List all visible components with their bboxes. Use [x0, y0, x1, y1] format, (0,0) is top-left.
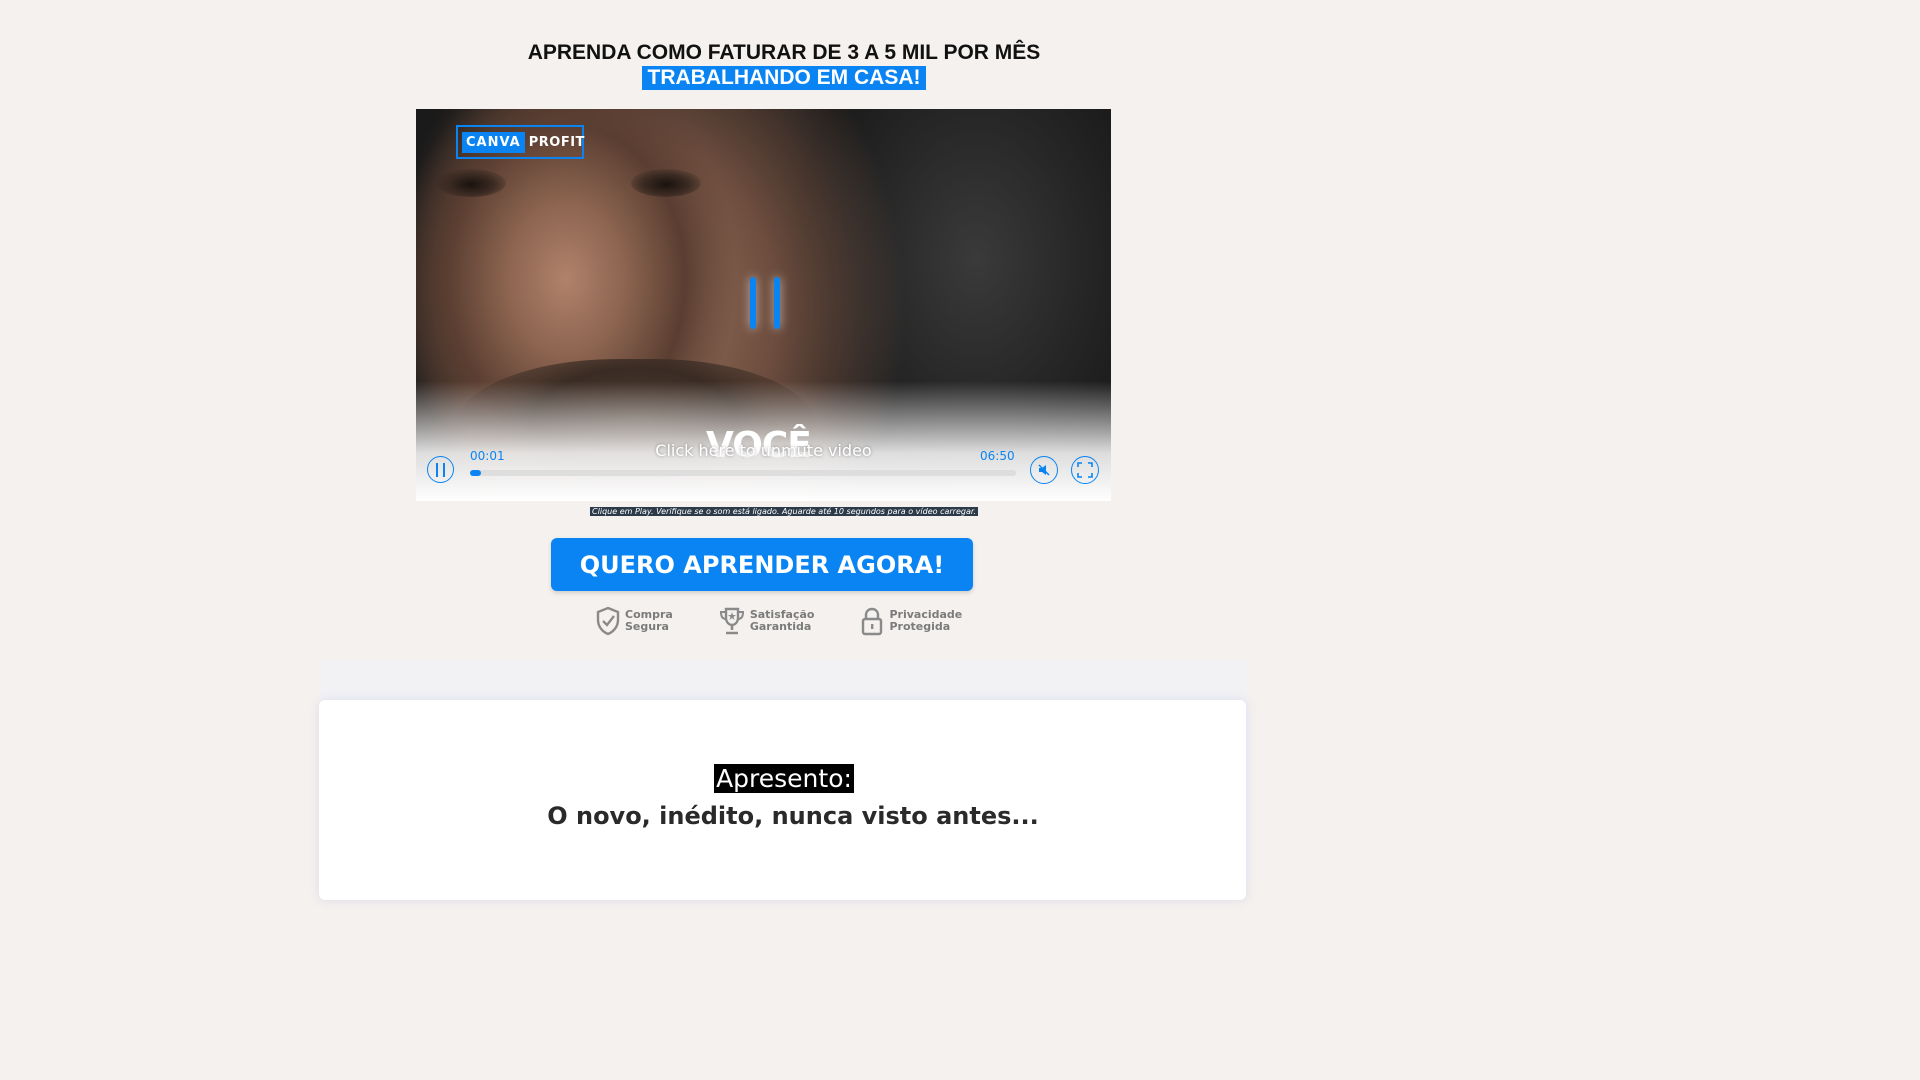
- trophy-icon: [719, 607, 744, 635]
- mute-button[interactable]: [1030, 456, 1058, 484]
- trust-badges: Compra Segura Satisfação Garantida Privaci…: [595, 604, 965, 638]
- shield-check-icon: [596, 606, 620, 636]
- pause-icon: [436, 462, 438, 477]
- speaker-muted-icon: [1038, 464, 1050, 476]
- video-caption: Clique em Play. Verifique se o som está …: [0, 507, 1568, 516]
- video-player[interactable]: CANVA PROFIT VOCÊ Click here to unmute v…: [416, 109, 1111, 501]
- headline-line2-highlight: TRABALHANDO EM CASA!: [641, 66, 927, 90]
- section-subtitle: O novo, inédito, nunca visto antes...: [547, 802, 1039, 830]
- badge-compra-segura: Compra Segura: [595, 604, 673, 638]
- current-time: 00:01: [470, 449, 505, 463]
- face-eye-left: [436, 169, 506, 197]
- padlock-icon: [862, 607, 883, 636]
- progress-bar[interactable]: [470, 470, 1016, 476]
- section-label: Apresento:: [0, 764, 1568, 793]
- presentation-card: [319, 700, 1246, 900]
- progress-fill: [470, 470, 481, 476]
- logo-profit-text: PROFIT: [528, 134, 585, 150]
- section-label-text: Apresento:: [714, 764, 854, 793]
- badge-privacidade-protegida: Privacidade Protegida: [859, 604, 962, 638]
- canva-profit-logo: CANVA PROFIT: [456, 125, 584, 159]
- logo-canva-text: CANVA: [462, 131, 525, 153]
- video-caption-text: Clique em Play. Verifique se o som está …: [590, 507, 978, 516]
- pause-button[interactable]: [427, 456, 454, 483]
- duration-time: 06:50: [980, 449, 1015, 463]
- fullscreen-icon: [1077, 462, 1093, 478]
- headline-line1: APRENDA COMO FATURAR DE 3 A 5 MIL POR MÊ…: [527, 41, 1041, 64]
- fullscreen-button[interactable]: [1071, 456, 1099, 484]
- face-eye-right: [631, 169, 701, 197]
- cta-button[interactable]: QUERO APRENDER AGORA!: [551, 538, 973, 591]
- badge-satisfacao-garantida: Satisfação Garantida: [718, 604, 814, 638]
- big-pause-icon[interactable]: [750, 277, 780, 329]
- headline: APRENDA COMO FATURAR DE 3 A 5 MIL POR MÊ…: [0, 40, 1568, 90]
